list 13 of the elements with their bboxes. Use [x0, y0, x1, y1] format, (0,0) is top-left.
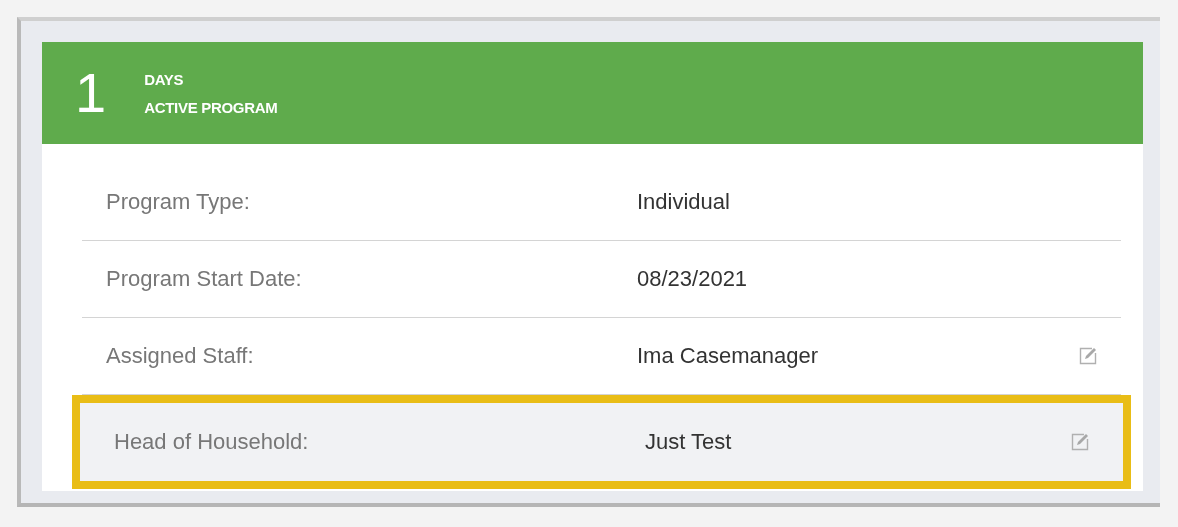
- edit-icon[interactable]: [1079, 347, 1097, 365]
- field-value: Ima Casemanager: [637, 343, 819, 369]
- edit-icon[interactable]: [1071, 433, 1089, 451]
- field-value: Just Test: [645, 429, 733, 455]
- field-label: Program Start Date:: [105, 266, 303, 292]
- field-label: Assigned Staff:: [105, 343, 255, 369]
- field-value: Individual: [637, 189, 731, 215]
- field-value: 08/23/2021: [637, 266, 749, 292]
- days-label: DAYS: [144, 70, 185, 88]
- field-label: Program Type:: [105, 189, 251, 215]
- day-count: 1: [75, 65, 107, 121]
- status-label: ACTIVE PROGRAM: [144, 98, 278, 116]
- field-label: Head of Household:: [113, 429, 310, 455]
